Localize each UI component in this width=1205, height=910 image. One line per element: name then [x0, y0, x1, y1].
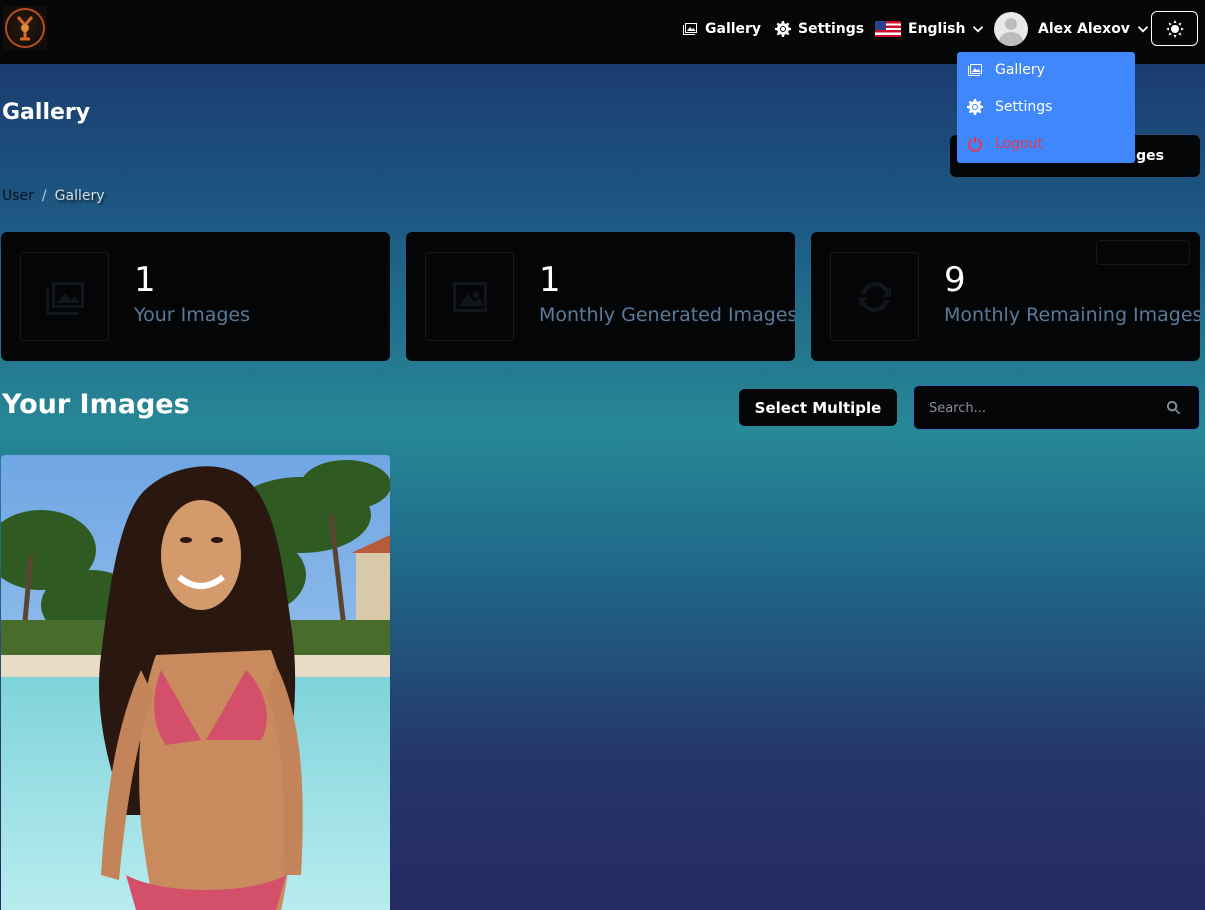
search-input[interactable]	[927, 396, 1161, 420]
stat-card-monthly-remaining: 9 Monthly Remaining Images	[811, 232, 1200, 361]
language-label: English	[908, 21, 966, 37]
dropdown-gallery-label: Gallery	[995, 62, 1045, 78]
stat-icon-box	[20, 252, 109, 341]
search-box	[913, 385, 1200, 430]
gear-icon	[775, 21, 791, 37]
user-name: Alex Alexov	[1038, 21, 1130, 37]
gallery-photo	[1, 455, 390, 910]
breadcrumb-user-link[interactable]: User	[2, 188, 34, 204]
gear-icon	[967, 99, 983, 115]
section-title: Your Images	[2, 389, 190, 420]
stat-card-monthly-generated: 1 Monthly Generated Images	[406, 232, 795, 361]
gallery-icon	[683, 23, 697, 35]
power-icon	[968, 137, 982, 152]
dropdown-item-gallery[interactable]: Gallery	[967, 59, 1045, 81]
breadcrumb-current: Gallery	[54, 188, 105, 204]
user-menu-toggle[interactable]: Alex Alexov	[1038, 18, 1149, 40]
stat-icon-box	[830, 252, 919, 341]
stat-label: Monthly Remaining Images	[944, 304, 1200, 326]
theme-toggle-button[interactable]	[1151, 11, 1198, 46]
breadcrumb-separator: /	[41, 188, 47, 204]
image-icon	[452, 281, 487, 312]
dropdown-logout-label: Logout	[995, 136, 1043, 152]
app-logo[interactable]	[3, 6, 47, 50]
dropdown-item-logout[interactable]: Logout	[967, 133, 1043, 155]
page-title: Gallery	[2, 100, 91, 125]
nav-settings-label: Settings	[798, 21, 865, 37]
stat-value: 9	[944, 260, 966, 300]
search-icon[interactable]	[1166, 400, 1181, 415]
stat-card-your-images: 1 Your Images	[1, 232, 390, 361]
breadcrumb: User / Gallery	[2, 188, 105, 204]
select-multiple-button[interactable]: Select Multiple	[739, 389, 897, 426]
gallery-image-card[interactable]	[1, 455, 390, 910]
language-selector[interactable]: English	[875, 18, 984, 40]
gallery-icon	[968, 64, 982, 76]
stat-value: 1	[134, 260, 156, 300]
user-dropdown-menu: Gallery Settings Logout	[957, 52, 1135, 163]
dropdown-settings-label: Settings	[995, 99, 1053, 115]
dropdown-item-settings[interactable]: Settings	[967, 96, 1052, 118]
nav-gallery-label: Gallery	[705, 21, 762, 37]
chevron-down-icon	[1137, 26, 1149, 33]
stat-value: 1	[539, 260, 561, 300]
stat-icon-box	[425, 252, 514, 341]
us-flag-icon	[875, 21, 901, 37]
logo-emblem-icon	[5, 8, 45, 48]
nav-gallery-link[interactable]: Gallery	[682, 18, 761, 40]
images-icon	[45, 281, 84, 315]
sun-icon	[1165, 19, 1184, 38]
plan-badge	[1096, 240, 1190, 265]
stat-label: Monthly Generated Images	[539, 304, 795, 326]
chevron-down-icon	[973, 26, 984, 33]
user-avatar[interactable]	[994, 12, 1028, 46]
refresh-icon	[858, 281, 891, 312]
nav-settings-link[interactable]: Settings	[775, 18, 864, 40]
stat-label: Your Images	[134, 304, 251, 326]
